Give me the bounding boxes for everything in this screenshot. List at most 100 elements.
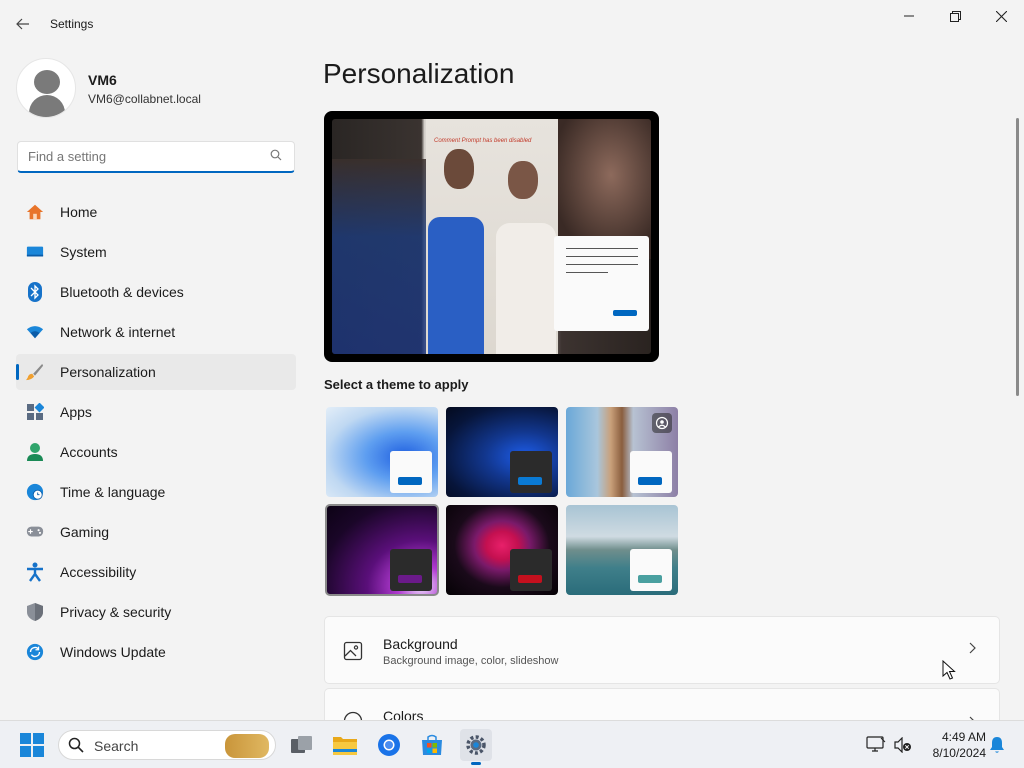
microsoft-store-icon — [422, 734, 442, 755]
minimize-icon — [904, 15, 914, 17]
gamepad-icon — [26, 523, 44, 541]
theme-windows-spotlight[interactable] — [566, 407, 678, 497]
sidebar-item-label: Bluetooth & devices — [60, 284, 184, 300]
close-button[interactable] — [978, 0, 1024, 32]
maximize-button[interactable] — [932, 0, 978, 32]
mouse-cursor-icon — [942, 659, 956, 685]
chrome-button[interactable] — [373, 729, 405, 761]
taskbar-search[interactable]: Search — [58, 730, 276, 760]
app-title: Settings — [50, 17, 94, 31]
sidebar-item-bluetooth[interactable]: Bluetooth & devices — [16, 274, 296, 310]
sidebar-item-label: Gaming — [60, 524, 110, 540]
wallpaper-preview-image: Comment Prompt has been disabled — [332, 119, 651, 354]
shield-icon — [26, 603, 44, 621]
avatar — [16, 58, 76, 118]
start-button[interactable] — [20, 733, 44, 757]
system-clock[interactable]: 4:49 AM 8/10/2024 — [918, 729, 986, 761]
clock-date: 8/10/2024 — [932, 746, 986, 760]
home-icon — [26, 203, 44, 221]
sidebar-item-privacy[interactable]: Privacy & security — [16, 594, 296, 630]
globe-clock-icon — [26, 483, 44, 501]
palette-icon — [343, 711, 363, 720]
spotlight-icon — [652, 413, 672, 433]
back-button[interactable] — [8, 10, 38, 38]
clock-time: 4:49 AM — [941, 730, 986, 744]
chevron-right-icon — [969, 641, 977, 657]
profile-name: VM6 — [88, 72, 117, 88]
network-status-icon[interactable] — [866, 735, 886, 755]
windows-logo-icon — [20, 733, 44, 757]
apps-icon — [26, 403, 44, 421]
volume-muted-icon[interactable] — [893, 735, 913, 755]
sidebar-item-label: Personalization — [60, 364, 156, 380]
file-explorer-button[interactable] — [329, 729, 361, 761]
sidebar-item-accessibility[interactable]: Accessibility — [16, 554, 296, 590]
account-icon — [26, 443, 44, 461]
restore-icon — [949, 10, 961, 22]
brush-icon — [26, 363, 44, 381]
preview-caption: Comment Prompt has been disabled — [434, 138, 532, 144]
taskbar: Search 4:49 AM 8/10/2024 — [0, 720, 1024, 768]
task-view-icon — [291, 736, 312, 753]
sidebar-item-label: Windows Update — [60, 644, 166, 660]
sidebar-item-label: Accessibility — [60, 564, 137, 580]
theme-glow[interactable] — [325, 504, 439, 596]
notification-bell-icon[interactable] — [987, 735, 1007, 755]
sidebar-item-label: Apps — [60, 404, 92, 420]
card-subtitle: Background image, color, slideshow — [383, 655, 559, 667]
arrow-left-icon — [16, 18, 29, 30]
search-icon — [68, 737, 84, 757]
chrome-icon — [378, 734, 400, 756]
theme-windows-light[interactable] — [326, 407, 438, 497]
theme-captured-motion[interactable] — [446, 505, 558, 595]
sidebar-item-label: Network & internet — [60, 324, 176, 340]
taskbar-search-label: Search — [94, 738, 139, 754]
file-explorer-icon — [333, 737, 357, 755]
theme-windows-dark[interactable] — [446, 407, 558, 497]
microsoft-store-button[interactable] — [416, 729, 448, 761]
sidebar-item-home[interactable]: Home — [16, 194, 296, 230]
task-view-button[interactable] — [286, 729, 318, 761]
bluetooth-icon — [26, 282, 44, 302]
sidebar-item-personalization[interactable]: Personalization — [16, 354, 296, 390]
minimize-button[interactable] — [886, 0, 932, 32]
sidebar-item-label: System — [60, 244, 107, 260]
settings-search-box[interactable] — [17, 141, 295, 173]
settings-icon — [466, 735, 486, 755]
update-icon — [26, 643, 44, 661]
search-input[interactable] — [18, 142, 258, 170]
desktop-preview: Comment Prompt has been disabled — [324, 111, 659, 362]
title-bar: Settings — [0, 0, 1024, 48]
sidebar-item-apps[interactable]: Apps — [16, 394, 296, 430]
user-profile[interactable]: VM6 VM6@collabnet.local — [16, 58, 296, 118]
search-icon[interactable] — [270, 149, 282, 164]
preview-sample-window — [554, 236, 649, 331]
card-title: Colors — [383, 708, 424, 720]
sidebar-item-network[interactable]: Network & internet — [16, 314, 296, 350]
accessibility-icon — [26, 562, 44, 582]
sidebar-item-system[interactable]: System — [16, 234, 296, 270]
close-icon — [995, 10, 1007, 22]
background-setting-card[interactable]: Background Background image, color, slid… — [324, 616, 1000, 684]
sidebar-item-label: Home — [60, 204, 98, 220]
card-title: Background — [383, 636, 458, 652]
sidebar-item-time-language[interactable]: Time & language — [16, 474, 296, 510]
themes-section-label: Select a theme to apply — [324, 377, 469, 392]
content-scrollbar[interactable] — [1016, 118, 1019, 396]
system-icon — [26, 243, 44, 261]
colors-setting-card[interactable]: Colors — [324, 688, 1000, 720]
page-title: Personalization — [323, 58, 515, 89]
sidebar-nav: Home System Bluetooth & devices Network … — [16, 194, 296, 674]
sidebar-item-gaming[interactable]: Gaming — [16, 514, 296, 550]
theme-flow[interactable] — [566, 505, 678, 595]
wifi-icon — [26, 323, 44, 341]
sidebar-item-label: Accounts — [60, 444, 118, 460]
sidebar-item-label: Privacy & security — [60, 604, 172, 620]
sidebar-item-accounts[interactable]: Accounts — [16, 434, 296, 470]
sidebar-item-label: Time & language — [60, 484, 166, 500]
image-icon — [343, 641, 363, 661]
search-highlight-image — [225, 734, 269, 758]
sidebar-item-windows-update[interactable]: Windows Update — [16, 634, 296, 670]
settings-taskbar-button[interactable] — [460, 729, 492, 765]
profile-email: VM6@collabnet.local — [88, 92, 201, 106]
